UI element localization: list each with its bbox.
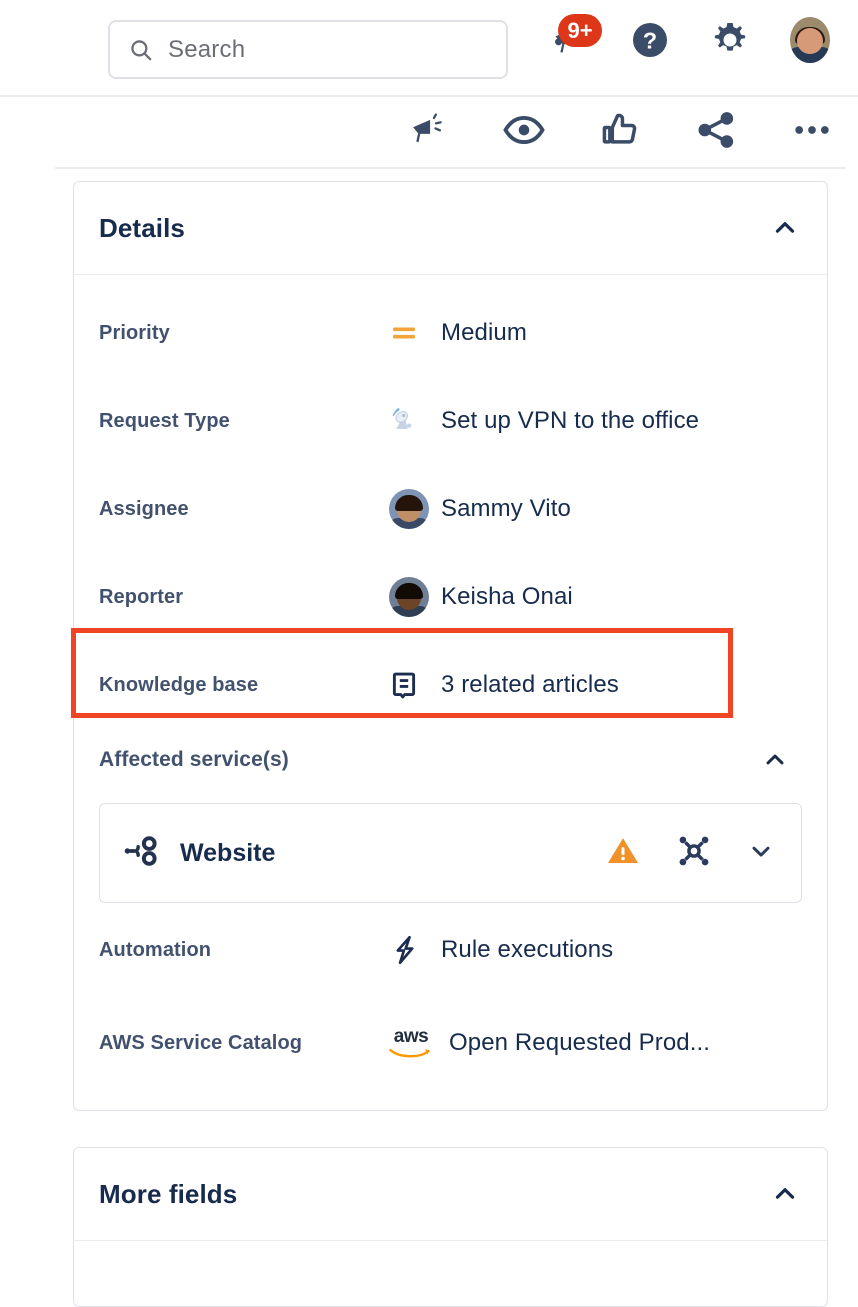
toolbar-divider	[55, 167, 846, 169]
like-button[interactable]	[598, 107, 642, 153]
field-value-request-type[interactable]: Set up VPN to the office	[441, 407, 699, 435]
field-row-automation: Automation Rule executions	[99, 903, 802, 997]
help-circle-icon: ?	[633, 23, 667, 57]
knowledge-base-book-icon	[389, 670, 441, 700]
service-topology-icon[interactable]	[675, 832, 713, 875]
field-row-reporter: Reporter Keisha Onai	[99, 553, 802, 641]
search-placeholder-text: Search	[168, 35, 246, 63]
details-collapse-button[interactable]	[768, 211, 802, 245]
field-value-knowledge-base[interactable]: 3 related articles	[441, 671, 619, 699]
aws-logo: aws	[389, 1027, 449, 1059]
chevron-up-icon	[775, 1188, 795, 1199]
details-body: Priority Medium Request Type Set up VPN …	[74, 275, 827, 1089]
service-name-label: Website	[180, 838, 276, 867]
reporter-avatar	[389, 577, 441, 617]
lightning-bolt-icon	[389, 934, 441, 966]
lightning-bolt-glyph	[396, 935, 414, 965]
warning-triangle-glyph	[608, 837, 638, 863]
priority-medium-glyph	[393, 327, 415, 339]
service-tree-icon	[122, 832, 160, 875]
page-title: Details	[99, 212, 185, 243]
more-fields-title: More fields	[99, 1178, 238, 1209]
avatar	[790, 17, 830, 63]
field-value-assignee[interactable]: Sammy Vito	[441, 495, 571, 523]
profile-button[interactable]	[790, 17, 830, 63]
affected-services-title: Affected service(s)	[99, 748, 289, 771]
warning-triangle-icon[interactable]	[605, 833, 641, 874]
notification-badge: 9+	[558, 14, 602, 47]
thumbs-up-icon	[602, 113, 637, 144]
share-button[interactable]	[694, 107, 738, 153]
field-row-aws-service-catalog: AWS Service Catalog aws Open Requested P…	[99, 997, 802, 1089]
svg-text:?: ?	[643, 28, 657, 54]
field-row-request-type: Request Type Set up VPN to the office	[99, 377, 802, 465]
more-fields-collapse-button[interactable]	[768, 1177, 802, 1211]
service-topology-glyph	[679, 836, 709, 865]
eye-icon	[503, 115, 545, 145]
field-label-assignee: Assignee	[99, 497, 189, 520]
field-value-automation[interactable]: Rule executions	[441, 936, 613, 964]
affected-services-collapse-button[interactable]	[758, 743, 792, 777]
announce-button[interactable]	[406, 107, 450, 153]
more-fields-panel: More fields	[73, 1147, 828, 1307]
field-value-aws-service-catalog[interactable]: Open Requested Prod...	[449, 1029, 710, 1057]
chevron-up-icon	[766, 754, 784, 765]
priority-medium-icon	[389, 318, 441, 348]
global-header: Search 9+ ?	[0, 0, 858, 97]
field-label-knowledge-base: Knowledge base	[99, 673, 259, 696]
field-value-reporter[interactable]: Keisha Onai	[441, 583, 573, 611]
chevron-down-icon	[752, 846, 770, 857]
assignee-avatar	[389, 489, 441, 529]
details-panel: Details Priority Medium Request Type Set…	[73, 181, 828, 1111]
more-fields-header[interactable]: More fields	[74, 1148, 827, 1241]
gear-icon	[714, 23, 746, 51]
aws-logo-text: aws	[393, 1026, 429, 1047]
service-tree-glyph	[124, 835, 157, 866]
field-value-priority[interactable]: Medium	[441, 319, 527, 347]
watch-button[interactable]	[502, 107, 546, 153]
service-action-group	[605, 832, 775, 875]
search-icon	[128, 37, 154, 63]
satellite-dish-glyph	[392, 407, 412, 429]
aws-swoosh-glyph	[389, 1049, 430, 1058]
satellite-dish-icon	[389, 404, 441, 438]
more-actions-icon	[795, 126, 829, 134]
field-row-assignee: Assignee Sammy Vito	[99, 465, 802, 553]
field-row-knowledge-base: Knowledge base 3 related articles	[99, 641, 802, 729]
field-row-priority: Priority Medium	[99, 289, 802, 377]
knowledge-base-book-glyph	[392, 672, 416, 699]
field-label-priority: Priority	[99, 321, 170, 344]
field-label-request-type: Request Type	[99, 409, 230, 432]
chevron-up-icon	[775, 222, 795, 233]
help-button[interactable]: ?	[630, 18, 670, 62]
announce-icon	[413, 113, 442, 143]
details-header[interactable]: Details	[74, 182, 827, 275]
issue-action-toolbar	[0, 97, 858, 170]
affected-services-header[interactable]: Affected service(s)	[99, 729, 802, 791]
field-label-reporter: Reporter	[99, 585, 184, 608]
field-label-automation: Automation	[99, 938, 212, 961]
search-input[interactable]: Search	[108, 20, 508, 79]
field-label-aws-service-catalog: AWS Service Catalog	[99, 1031, 303, 1054]
service-card-website[interactable]: Website	[99, 803, 802, 903]
settings-button[interactable]	[710, 18, 750, 62]
more-actions-button[interactable]	[790, 107, 834, 153]
service-expand-button[interactable]	[747, 837, 775, 870]
header-icon-group: 9+ ?	[550, 14, 830, 63]
notifications-button[interactable]: 9+	[550, 14, 602, 62]
share-icon	[698, 112, 734, 148]
